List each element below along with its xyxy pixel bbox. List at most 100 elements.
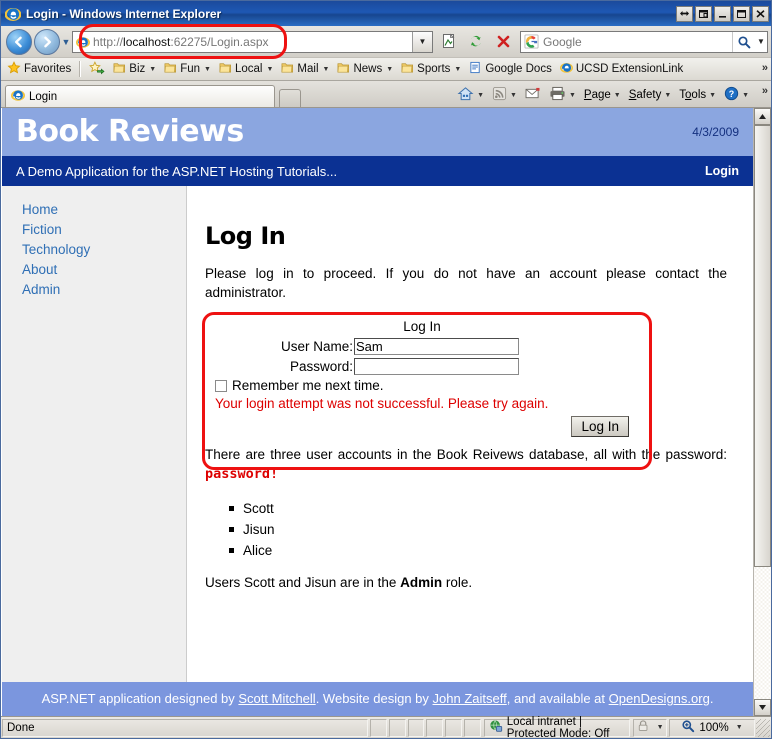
zoom-icon xyxy=(681,719,695,736)
status-cell-6 xyxy=(463,718,481,737)
chevron-down-icon[interactable]: ▼ xyxy=(709,92,716,99)
favorites-item-label: Local xyxy=(234,63,263,75)
remember-me-checkbox[interactable] xyxy=(215,379,227,392)
favorites-item-label: News xyxy=(353,63,383,75)
footer-link-opendesigns[interactable]: OpenDesigns.org xyxy=(609,691,710,706)
folder-icon xyxy=(219,61,232,77)
favorites-item-google-docs[interactable]: Google Docs xyxy=(465,59,555,79)
back-button[interactable] xyxy=(6,28,32,55)
star-icon xyxy=(7,60,21,78)
chevron-down-icon[interactable]: ▼ xyxy=(569,92,576,99)
search-icon[interactable] xyxy=(732,31,755,52)
page-menu-label: Page xyxy=(583,89,611,101)
favorites-item-fun[interactable]: Fun ▼ xyxy=(160,59,215,79)
address-bar[interactable]: http://localhost:62275/Login.aspx ▼ xyxy=(72,30,433,53)
chevron-down-icon[interactable]: ▼ xyxy=(454,66,461,73)
favorites-item-news[interactable]: News ▼ xyxy=(333,59,397,79)
favorites-button[interactable]: Favorites xyxy=(3,59,75,79)
chevron-down-icon[interactable]: ▼ xyxy=(742,92,749,99)
chevron-down-icon[interactable]: ▼ xyxy=(266,66,273,73)
forward-button[interactable] xyxy=(34,28,60,55)
login-form-caption: Log In xyxy=(403,319,441,334)
ie-browser-window: Login - Windows Internet Explorer ▼ http… xyxy=(0,0,772,740)
chevron-down-icon[interactable]: ▼ xyxy=(664,92,671,99)
restore-size-button[interactable] xyxy=(676,5,693,22)
chevron-down-icon[interactable]: ▼ xyxy=(386,66,393,73)
tab-login[interactable]: Login xyxy=(5,85,275,107)
chevron-down-icon[interactable]: ▼ xyxy=(510,92,517,99)
home-button[interactable]: ▼ xyxy=(453,86,488,105)
roles-paragraph: Users Scott and Jisun are in the Admin r… xyxy=(205,573,727,592)
site-sidebar: Home Fiction Technology About Admin xyxy=(2,186,187,682)
favorites-item-sports[interactable]: Sports ▼ xyxy=(397,59,465,79)
protected-mode-indicator[interactable]: ▼ xyxy=(633,718,668,737)
scrollbar-thumb[interactable] xyxy=(754,125,771,567)
compatibility-view-button[interactable] xyxy=(436,29,462,54)
chevron-down-icon[interactable]: ▼ xyxy=(149,66,156,73)
resize-grip[interactable] xyxy=(756,718,771,737)
footer-text-4: . xyxy=(709,691,714,706)
username-input[interactable] xyxy=(354,338,519,355)
read-mail-button[interactable] xyxy=(521,87,545,103)
footer-link-scott-mitchell[interactable]: Scott Mitchell xyxy=(238,691,315,706)
chevron-down-icon[interactable]: ▼ xyxy=(614,92,621,99)
refresh-button[interactable] xyxy=(463,29,489,54)
site-login-link[interactable]: Login xyxy=(705,164,739,178)
sidebar-item-admin[interactable]: Admin xyxy=(22,280,186,300)
site-banner: Book Reviews 4/3/2009 xyxy=(2,108,753,156)
scroll-down-button[interactable] xyxy=(754,699,771,716)
favorites-separator xyxy=(79,61,82,77)
folder-icon xyxy=(164,61,177,77)
chevron-down-icon[interactable]: ▼ xyxy=(477,92,484,99)
add-star-icon xyxy=(89,60,105,78)
address-dropdown-icon[interactable]: ▼ xyxy=(412,31,432,52)
sidebar-item-fiction[interactable]: Fiction xyxy=(22,220,186,240)
recent-pages-caret-icon[interactable]: ▼ xyxy=(60,37,72,47)
address-url-text[interactable]: http://localhost:62275/Login.aspx xyxy=(93,32,412,52)
help-menu-button[interactable]: ? ▼ xyxy=(720,86,753,104)
favorites-item-label: Sports xyxy=(417,63,451,75)
search-dropdown-icon[interactable]: ▼ xyxy=(755,37,767,46)
chevron-down-icon[interactable]: ▼ xyxy=(323,66,330,73)
chevron-down-icon[interactable]: ▼ xyxy=(657,724,664,731)
new-tab-button[interactable] xyxy=(279,89,301,107)
add-to-favorites-bar-button[interactable] xyxy=(85,59,109,79)
login-submit-button[interactable]: Log In xyxy=(571,416,629,437)
favorites-item-biz[interactable]: Biz ▼ xyxy=(109,59,160,79)
tools-menu-button[interactable]: Tools ▼ xyxy=(675,89,720,101)
close-button[interactable] xyxy=(752,5,769,22)
stop-button[interactable] xyxy=(490,29,516,54)
favorites-overflow-button[interactable]: » xyxy=(762,62,768,74)
status-cell-1 xyxy=(370,718,387,737)
minimize-button[interactable] xyxy=(714,5,731,22)
zoom-control[interactable]: 100% ▼ xyxy=(669,718,756,737)
page-menu-button[interactable]: Page ▼ xyxy=(580,89,625,101)
print-button[interactable]: ▼ xyxy=(545,86,580,104)
scrollbar-track-remainder[interactable] xyxy=(754,566,771,699)
password-input[interactable] xyxy=(354,358,519,375)
safety-menu-button[interactable]: Safety ▼ xyxy=(625,89,676,101)
status-text: Done xyxy=(2,718,368,737)
sidebar-item-home[interactable]: Home xyxy=(22,200,186,220)
feeds-button[interactable]: ▼ xyxy=(488,86,521,104)
chevron-down-icon[interactable]: ▼ xyxy=(204,66,211,73)
vertical-scrollbar[interactable] xyxy=(753,108,771,716)
sidebar-item-technology[interactable]: Technology xyxy=(22,240,186,260)
sidebar-item-about[interactable]: About xyxy=(22,260,186,280)
search-input[interactable]: Google xyxy=(541,35,732,49)
scrollbar-track[interactable] xyxy=(754,125,771,699)
footer-link-john-zaitseff[interactable]: John Zaitseff xyxy=(433,691,507,706)
restore-window-button[interactable] xyxy=(695,5,712,22)
favorites-item-mail[interactable]: Mail ▼ xyxy=(277,59,333,79)
login-button-row: Log In xyxy=(213,416,631,437)
login-form: Log In User Name: Password: xyxy=(213,316,631,437)
security-zone[interactable]: Local intranet | Protected Mode: Off xyxy=(483,716,631,740)
command-bar-overflow-button[interactable]: » xyxy=(762,85,768,97)
favorites-item-ucsd-extensionlink[interactable]: UCSD ExtensionLink xyxy=(556,59,687,79)
favorites-item-local[interactable]: Local ▼ xyxy=(215,59,277,79)
chevron-down-icon[interactable]: ▼ xyxy=(736,724,743,731)
search-box[interactable]: Google ▼ xyxy=(520,30,768,53)
folder-icon xyxy=(281,61,294,77)
scroll-up-button[interactable] xyxy=(754,108,771,125)
maximize-button[interactable] xyxy=(733,5,750,22)
